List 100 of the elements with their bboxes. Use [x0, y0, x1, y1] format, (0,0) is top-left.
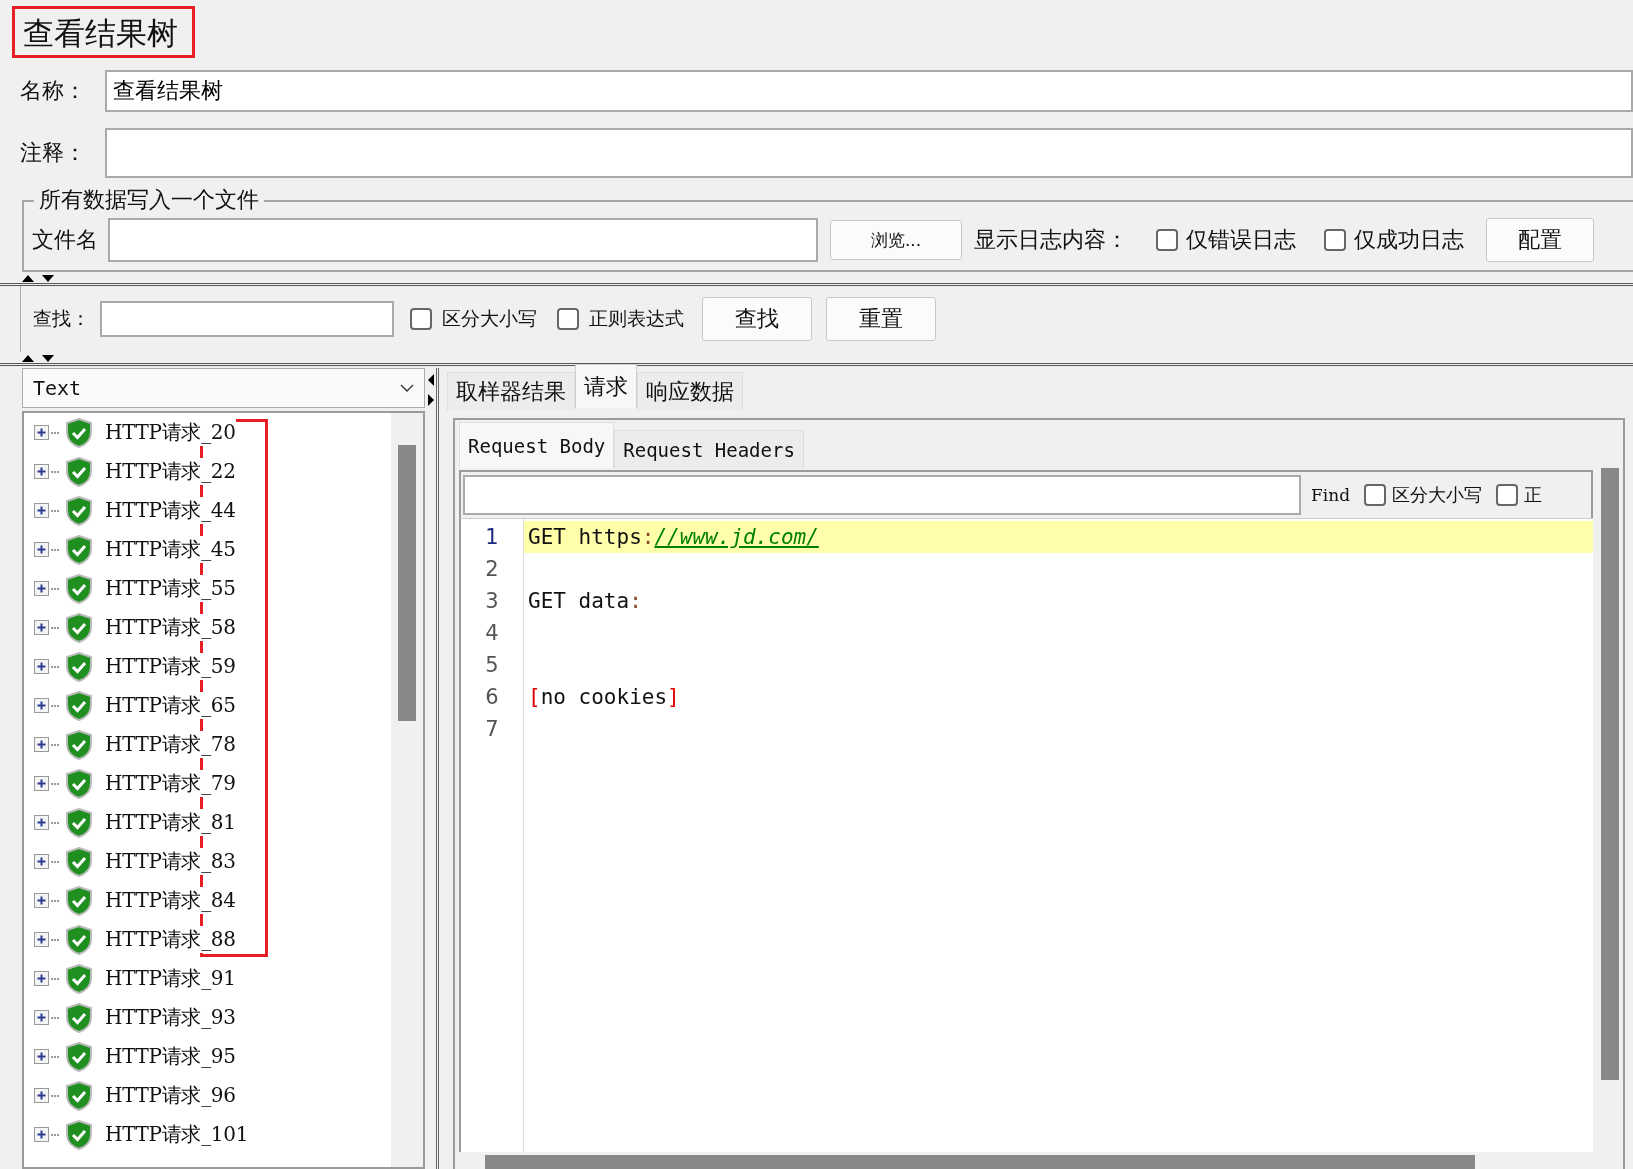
url-link[interactable]: //www.jd.com/ [654, 525, 819, 549]
tree-item[interactable]: HTTP请求_45 [105, 536, 236, 563]
check-shield-icon [65, 846, 93, 877]
checkbox-label: 仅成功日志 [1354, 226, 1464, 254]
line-number: 4 [484, 620, 500, 647]
check-shield-icon [65, 1041, 93, 1072]
plus-icon[interactable] [34, 698, 49, 713]
search-panel-button[interactable]: 重置 [826, 297, 936, 341]
check-shield-icon [65, 612, 93, 643]
checkbox-label: 区分大小写 [442, 306, 537, 331]
plus-icon[interactable] [34, 971, 49, 986]
plus-icon[interactable] [34, 503, 49, 518]
tree-item[interactable]: HTTP请求_88 [105, 926, 236, 953]
checkbox-label: 正 [1524, 483, 1543, 507]
code-text: GET https [528, 525, 642, 549]
plus-icon[interactable] [34, 932, 49, 947]
plus-icon[interactable] [34, 776, 49, 791]
log-display-label: 显示日志内容： [974, 226, 1128, 254]
renderer-dropdown[interactable]: Text [22, 368, 425, 408]
collapse-down-icon[interactable] [42, 275, 54, 282]
plus-icon[interactable] [34, 1010, 49, 1025]
search-panel-button[interactable]: 查找 [702, 297, 812, 341]
tree-item[interactable]: HTTP请求_22 [105, 458, 236, 485]
chevron-down-icon [400, 384, 414, 392]
comment-field[interactable] [105, 128, 1633, 178]
check-shield-icon [65, 495, 93, 526]
tree-item[interactable]: HTTP请求_84 [105, 887, 236, 914]
name-label: 名称： [20, 77, 87, 105]
config-button[interactable]: 配置 [1486, 218, 1594, 262]
tree-item[interactable]: HTTP请求_91 [105, 965, 236, 992]
checkbox[interactable] [557, 308, 579, 330]
plus-icon[interactable] [34, 854, 49, 869]
tree-item[interactable]: HTTP请求_59 [105, 653, 236, 680]
plus-icon[interactable] [34, 893, 49, 908]
check-shield-icon [65, 1080, 93, 1111]
check-shield-icon [65, 807, 93, 838]
plus-icon[interactable] [34, 659, 49, 674]
search-field[interactable] [100, 301, 394, 337]
code-editor[interactable]: 1 2 3 4 5 6 7 GET https://www.jd.com/ GET data: [no cookies] [459, 518, 1593, 1152]
result-tab[interactable]: 取样器结果 [447, 372, 575, 410]
code-punctuation: : [629, 589, 642, 613]
plus-icon[interactable] [34, 542, 49, 557]
checkbox-label: 区分大小写 [1392, 483, 1483, 507]
plus-icon[interactable] [34, 581, 49, 596]
search-label: 查找： [33, 306, 90, 331]
tree-item[interactable]: HTTP请求_83 [105, 848, 236, 875]
collapse-down-icon[interactable] [42, 355, 54, 362]
tree-item[interactable]: HTTP请求_79 [105, 770, 236, 797]
line-number: 2 [484, 556, 500, 583]
bracket-mark: [ [528, 685, 541, 709]
result-tab[interactable]: 请求 [575, 364, 637, 408]
check-shield-icon [65, 573, 93, 604]
checkbox[interactable] [1156, 229, 1178, 251]
collapse-up-icon[interactable] [22, 355, 34, 362]
request-tab[interactable]: Request Headers [614, 430, 804, 468]
tree-item[interactable]: HTTP请求_44 [105, 497, 236, 524]
bracket-mark: ] [667, 685, 680, 709]
plus-icon[interactable] [34, 815, 49, 830]
check-shield-icon [65, 729, 93, 760]
check-shield-icon [65, 768, 93, 799]
check-shield-icon [65, 963, 93, 994]
check-shield-icon [65, 1002, 93, 1033]
tree-item[interactable]: HTTP请求_58 [105, 614, 236, 641]
collapse-up-icon[interactable] [22, 275, 34, 282]
tree-item[interactable]: HTTP请求_93 [105, 1004, 236, 1031]
plus-icon[interactable] [34, 1088, 49, 1103]
result-tab[interactable]: 响应数据 [637, 372, 743, 410]
check-shield-icon [65, 456, 93, 487]
collapse-left-icon[interactable] [427, 374, 434, 386]
check-shield-icon [65, 651, 93, 682]
tree-item[interactable]: HTTP请求_101 [105, 1121, 249, 1148]
plus-icon[interactable] [34, 620, 49, 635]
collapse-right-icon[interactable] [427, 394, 434, 406]
panel-title: 查看结果树 [12, 6, 195, 58]
browse-button[interactable]: 浏览... [830, 220, 962, 260]
tree-item[interactable]: HTTP请求_95 [105, 1043, 236, 1070]
request-tab[interactable]: Request Body [459, 422, 615, 468]
file-name-label: 文件名 [32, 226, 98, 254]
checkbox[interactable] [410, 308, 432, 330]
find-field[interactable] [463, 475, 1301, 515]
plus-icon[interactable] [34, 1127, 49, 1142]
plus-icon[interactable] [34, 425, 49, 440]
checkbox[interactable] [1324, 229, 1346, 251]
tree-item[interactable]: HTTP请求_81 [105, 809, 236, 836]
group-legend: 所有数据写入一个文件 [34, 187, 264, 213]
tree-item[interactable]: HTTP请求_78 [105, 731, 236, 758]
checkbox[interactable] [1364, 484, 1387, 506]
plus-icon[interactable] [34, 1049, 49, 1064]
name-field[interactable]: 查看结果树 [105, 70, 1633, 112]
tree-item[interactable]: HTTP请求_55 [105, 575, 236, 602]
check-shield-icon [65, 885, 93, 916]
plus-icon[interactable] [34, 464, 49, 479]
tree-item[interactable]: HTTP请求_65 [105, 692, 236, 719]
scrollbar[interactable] [391, 413, 423, 1167]
code-text: no cookies [540, 685, 668, 709]
checkbox[interactable] [1496, 484, 1519, 506]
plus-icon[interactable] [34, 737, 49, 752]
tree-item[interactable]: HTTP请求_20 [105, 419, 236, 446]
file-name-field[interactable] [108, 218, 818, 262]
tree-item[interactable]: HTTP请求_96 [105, 1082, 236, 1109]
